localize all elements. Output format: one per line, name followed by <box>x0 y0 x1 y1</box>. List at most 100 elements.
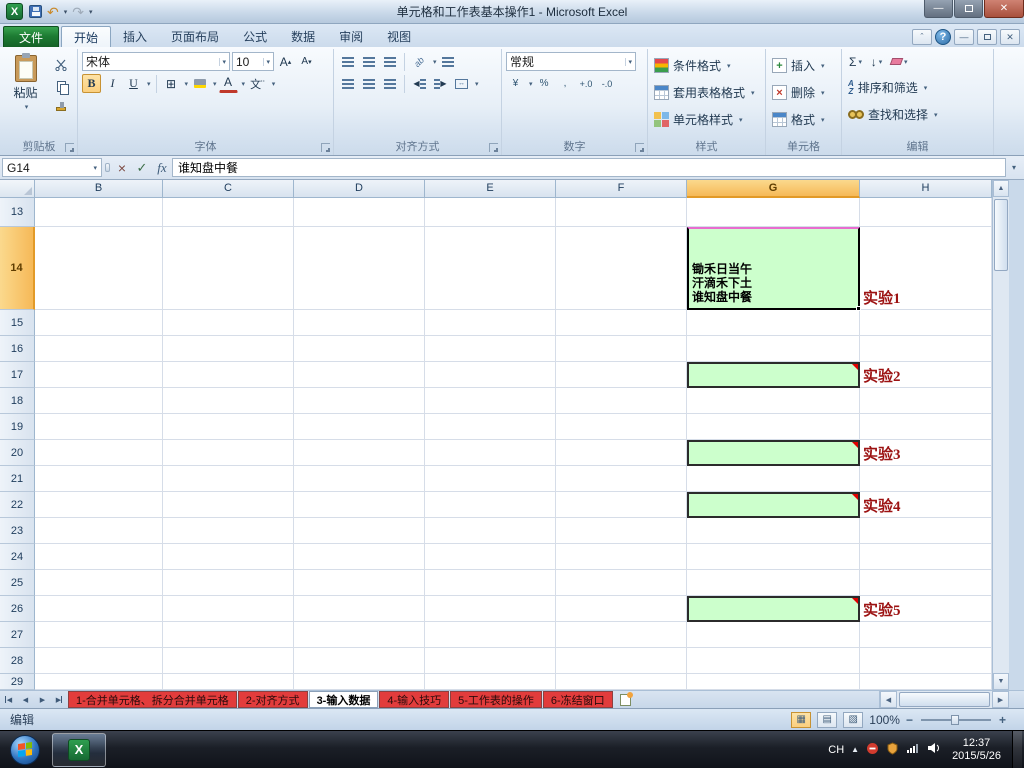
cell-F22[interactable] <box>556 492 687 518</box>
tray-action-center-icon[interactable] <box>886 741 899 758</box>
cell-F13[interactable] <box>556 198 687 227</box>
cell-H29[interactable] <box>860 674 992 690</box>
zoom-level[interactable]: 100% <box>869 713 900 727</box>
cell-D16[interactable] <box>294 336 425 362</box>
horizontal-scrollbar[interactable]: ◀ ▶ <box>879 691 1009 708</box>
clear-button[interactable]: ▾ <box>888 52 911 71</box>
row-header-29[interactable]: 29 <box>0 674 35 690</box>
tray-language[interactable]: CH <box>828 744 844 756</box>
row-header-19[interactable]: 19 <box>0 414 35 440</box>
paste-button[interactable]: 粘贴 ▾ <box>5 52 46 118</box>
row-header-24[interactable]: 24 <box>0 544 35 570</box>
percent-style-button[interactable]: % <box>535 74 554 93</box>
workbook-restore-button[interactable] <box>977 29 997 45</box>
cell-B29[interactable] <box>35 674 163 690</box>
ribbon-tab-审阅[interactable]: 审阅 <box>327 26 375 47</box>
scroll-up-button[interactable]: ▲ <box>993 180 1009 197</box>
cell-G22[interactable] <box>687 492 860 518</box>
cell-E26[interactable] <box>425 596 556 622</box>
column-header-D[interactable]: D <box>294 180 425 198</box>
cell-G26[interactable] <box>687 596 860 622</box>
tray-hidden-icons-icon[interactable]: ▲ <box>851 745 859 754</box>
row-header-26[interactable]: 26 <box>0 596 35 622</box>
italic-button[interactable]: I <box>103 74 122 93</box>
sheet-tab-2[interactable]: 2-对齐方式 <box>237 691 308 708</box>
increase-decimal-button[interactable]: +.0 <box>577 74 596 93</box>
ribbon-tab-数据[interactable]: 数据 <box>279 26 327 47</box>
align-right-button[interactable] <box>380 74 399 93</box>
cell-F23[interactable] <box>556 518 687 544</box>
cell-B15[interactable] <box>35 310 163 336</box>
font-size-select[interactable]: 10 ▾ <box>232 52 274 71</box>
cell-D26[interactable] <box>294 596 425 622</box>
underline-dropdown-icon[interactable]: ▾ <box>147 80 151 88</box>
cell-F29[interactable] <box>556 674 687 690</box>
wrap-text-button[interactable] <box>439 52 458 71</box>
insert-function-button[interactable]: fx <box>152 158 172 177</box>
cell-B18[interactable] <box>35 388 163 414</box>
cell-E24[interactable] <box>425 544 556 570</box>
cell-B14[interactable] <box>35 227 163 310</box>
redo-icon[interactable]: ↷ <box>72 5 84 19</box>
cell-F19[interactable] <box>556 414 687 440</box>
cell-H20[interactable]: 实验3 <box>860 440 992 466</box>
tray-security-icon[interactable] <box>866 742 879 758</box>
view-normal-button[interactable]: ▦ <box>791 711 812 728</box>
cell-H27[interactable] <box>860 622 992 648</box>
vertical-scrollbar[interactable]: ▲ ▼ <box>992 180 1009 690</box>
cell-G23[interactable] <box>687 518 860 544</box>
next-sheet-button[interactable]: ▶ <box>34 691 51 708</box>
workbook-close-button[interactable]: ✕ <box>1000 29 1020 45</box>
cell-F26[interactable] <box>556 596 687 622</box>
cell-G25[interactable] <box>687 570 860 596</box>
ribbon-tab-视图[interactable]: 视图 <box>375 26 423 47</box>
cell-B24[interactable] <box>35 544 163 570</box>
cell-G27[interactable] <box>687 622 860 648</box>
cell-E22[interactable] <box>425 492 556 518</box>
row-header-14[interactable]: 14 <box>0 227 35 310</box>
view-page-break-button[interactable]: ▧ <box>843 711 864 728</box>
row-header-13[interactable]: 13 <box>0 198 35 227</box>
cell-C26[interactable] <box>163 596 294 622</box>
cell-G28[interactable] <box>687 648 860 674</box>
cell-G20[interactable] <box>687 440 860 466</box>
font-name-select[interactable]: 宋体 ▾ <box>82 52 230 71</box>
cell-C22[interactable] <box>163 492 294 518</box>
cell-F25[interactable] <box>556 570 687 596</box>
cell-G19[interactable] <box>687 414 860 440</box>
ribbon-tab-开始[interactable]: 开始 <box>61 26 112 47</box>
fill-color-dropdown-icon[interactable]: ▾ <box>213 80 217 88</box>
cell-E25[interactable] <box>425 570 556 596</box>
vscroll-thumb[interactable] <box>994 199 1008 271</box>
cell-D14[interactable] <box>294 227 425 310</box>
cell-D18[interactable] <box>294 388 425 414</box>
align-top-button[interactable] <box>338 52 357 71</box>
help-icon[interactable]: ? <box>935 29 951 45</box>
insert-worksheet-button[interactable] <box>614 691 638 708</box>
cell-B13[interactable] <box>35 198 163 227</box>
cell-B17[interactable] <box>35 362 163 388</box>
cell-H22[interactable]: 实验4 <box>860 492 992 518</box>
cell-F18[interactable] <box>556 388 687 414</box>
cell-H21[interactable] <box>860 466 992 492</box>
first-sheet-button[interactable]: ◀ <box>0 691 17 708</box>
cell-C27[interactable] <box>163 622 294 648</box>
excel-app-icon[interactable]: X <box>6 3 23 20</box>
format-painter-button[interactable] <box>49 99 73 118</box>
cut-button[interactable] <box>49 55 73 74</box>
cell-D19[interactable] <box>294 414 425 440</box>
cancel-entry-button[interactable]: × <box>112 158 132 177</box>
format-as-table-button[interactable]: 套用表格格式 ▾ <box>652 79 761 106</box>
cell-H16[interactable] <box>860 336 992 362</box>
cell-C24[interactable] <box>163 544 294 570</box>
align-middle-button[interactable] <box>359 52 378 71</box>
cell-styles-button[interactable]: 单元格样式 ▾ <box>652 106 761 133</box>
row-header-27[interactable]: 27 <box>0 622 35 648</box>
cell-E23[interactable] <box>425 518 556 544</box>
cell-H23[interactable] <box>860 518 992 544</box>
cell-F28[interactable] <box>556 648 687 674</box>
cell-H17[interactable]: 实验2 <box>860 362 992 388</box>
cell-B21[interactable] <box>35 466 163 492</box>
row-header-25[interactable]: 25 <box>0 570 35 596</box>
cell-F24[interactable] <box>556 544 687 570</box>
